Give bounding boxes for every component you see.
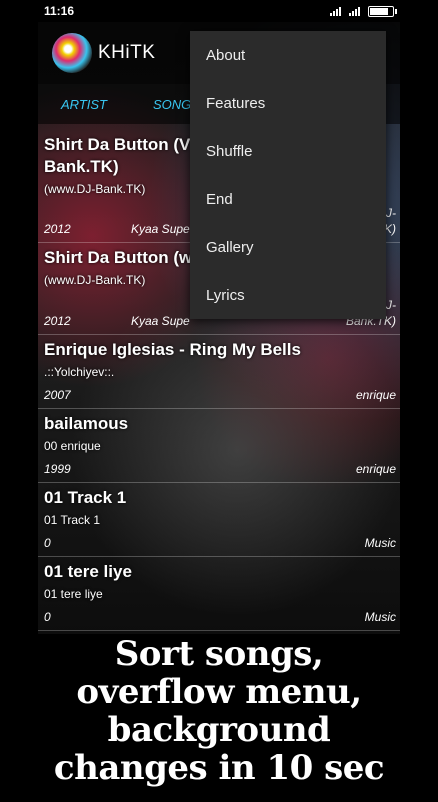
song-genre: J- (386, 298, 396, 312)
app-title: KHiTK (98, 42, 156, 63)
song-artist: 01 tere liye (44, 587, 103, 601)
caption-line: overflow menu, (76, 672, 362, 712)
caption-line: changes in 10 sec (53, 748, 385, 788)
menu-item-gallery[interactable]: Gallery (190, 223, 386, 271)
song-genre: enrique (355, 388, 396, 402)
song-year: 2012 (44, 314, 71, 328)
signal-icon (349, 6, 360, 16)
menu-item-shuffle[interactable]: Shuffle (190, 127, 386, 175)
status-time: 11:16 (44, 4, 75, 18)
song-item[interactable]: 01 tere liye 01 tere liye 0 Music (38, 557, 400, 631)
overflow-menu: About Features Shuffle End Gallery Lyric… (190, 31, 386, 319)
song-item[interactable]: 01 Track 1 01 Track 1 0 Music (38, 483, 400, 557)
song-album: Kyaa Supe (131, 314, 190, 328)
song-year: 0 (44, 536, 51, 550)
song-year: 2007 (44, 388, 71, 402)
song-title: 01 Track 1 (44, 488, 127, 507)
promo-caption: Sort songs, overflow menu, background ch… (0, 635, 438, 787)
song-year: 2012 (44, 222, 71, 236)
song-artist: 00 enrique (44, 439, 101, 453)
song-title: Enrique Iglesias - Ring My Bells (44, 340, 301, 359)
caption-line: background (107, 710, 331, 750)
song-genre: Music (364, 536, 396, 550)
tab-artist[interactable]: ARTIST (38, 97, 107, 112)
song-artist: 01 Track 1 (44, 513, 101, 527)
song-artist: .::Yolchiyev::. (44, 365, 115, 379)
song-title: 01 tere liye (44, 562, 132, 581)
menu-item-about[interactable]: About (190, 31, 386, 79)
song-year: 0 (44, 610, 51, 624)
song-title: bailamous (44, 414, 129, 433)
caption-line: Sort songs, (114, 634, 324, 674)
tab-songs[interactable]: SONGS (107, 97, 200, 112)
menu-item-end[interactable]: End (190, 175, 386, 223)
song-genre: Music (364, 610, 396, 624)
song-genre: J- (386, 206, 396, 220)
status-icons (330, 5, 400, 17)
signal-icon (330, 6, 341, 16)
menu-item-lyrics[interactable]: Lyrics (190, 271, 386, 319)
song-year: 1999 (44, 462, 71, 476)
app-logo-icon[interactable] (52, 33, 92, 73)
menu-item-features[interactable]: Features (190, 79, 386, 127)
song-album: Kyaa Supe (131, 222, 190, 236)
song-genre: enrique (355, 462, 396, 476)
battery-fill (370, 7, 388, 15)
song-item[interactable]: bailamous 00 enrique 1999 enrique (38, 409, 400, 483)
status-bar: 11:16 (38, 0, 400, 22)
song-item[interactable]: Enrique Iglesias - Ring My Bells .::Yolc… (38, 335, 400, 409)
battery-icon (368, 5, 397, 17)
